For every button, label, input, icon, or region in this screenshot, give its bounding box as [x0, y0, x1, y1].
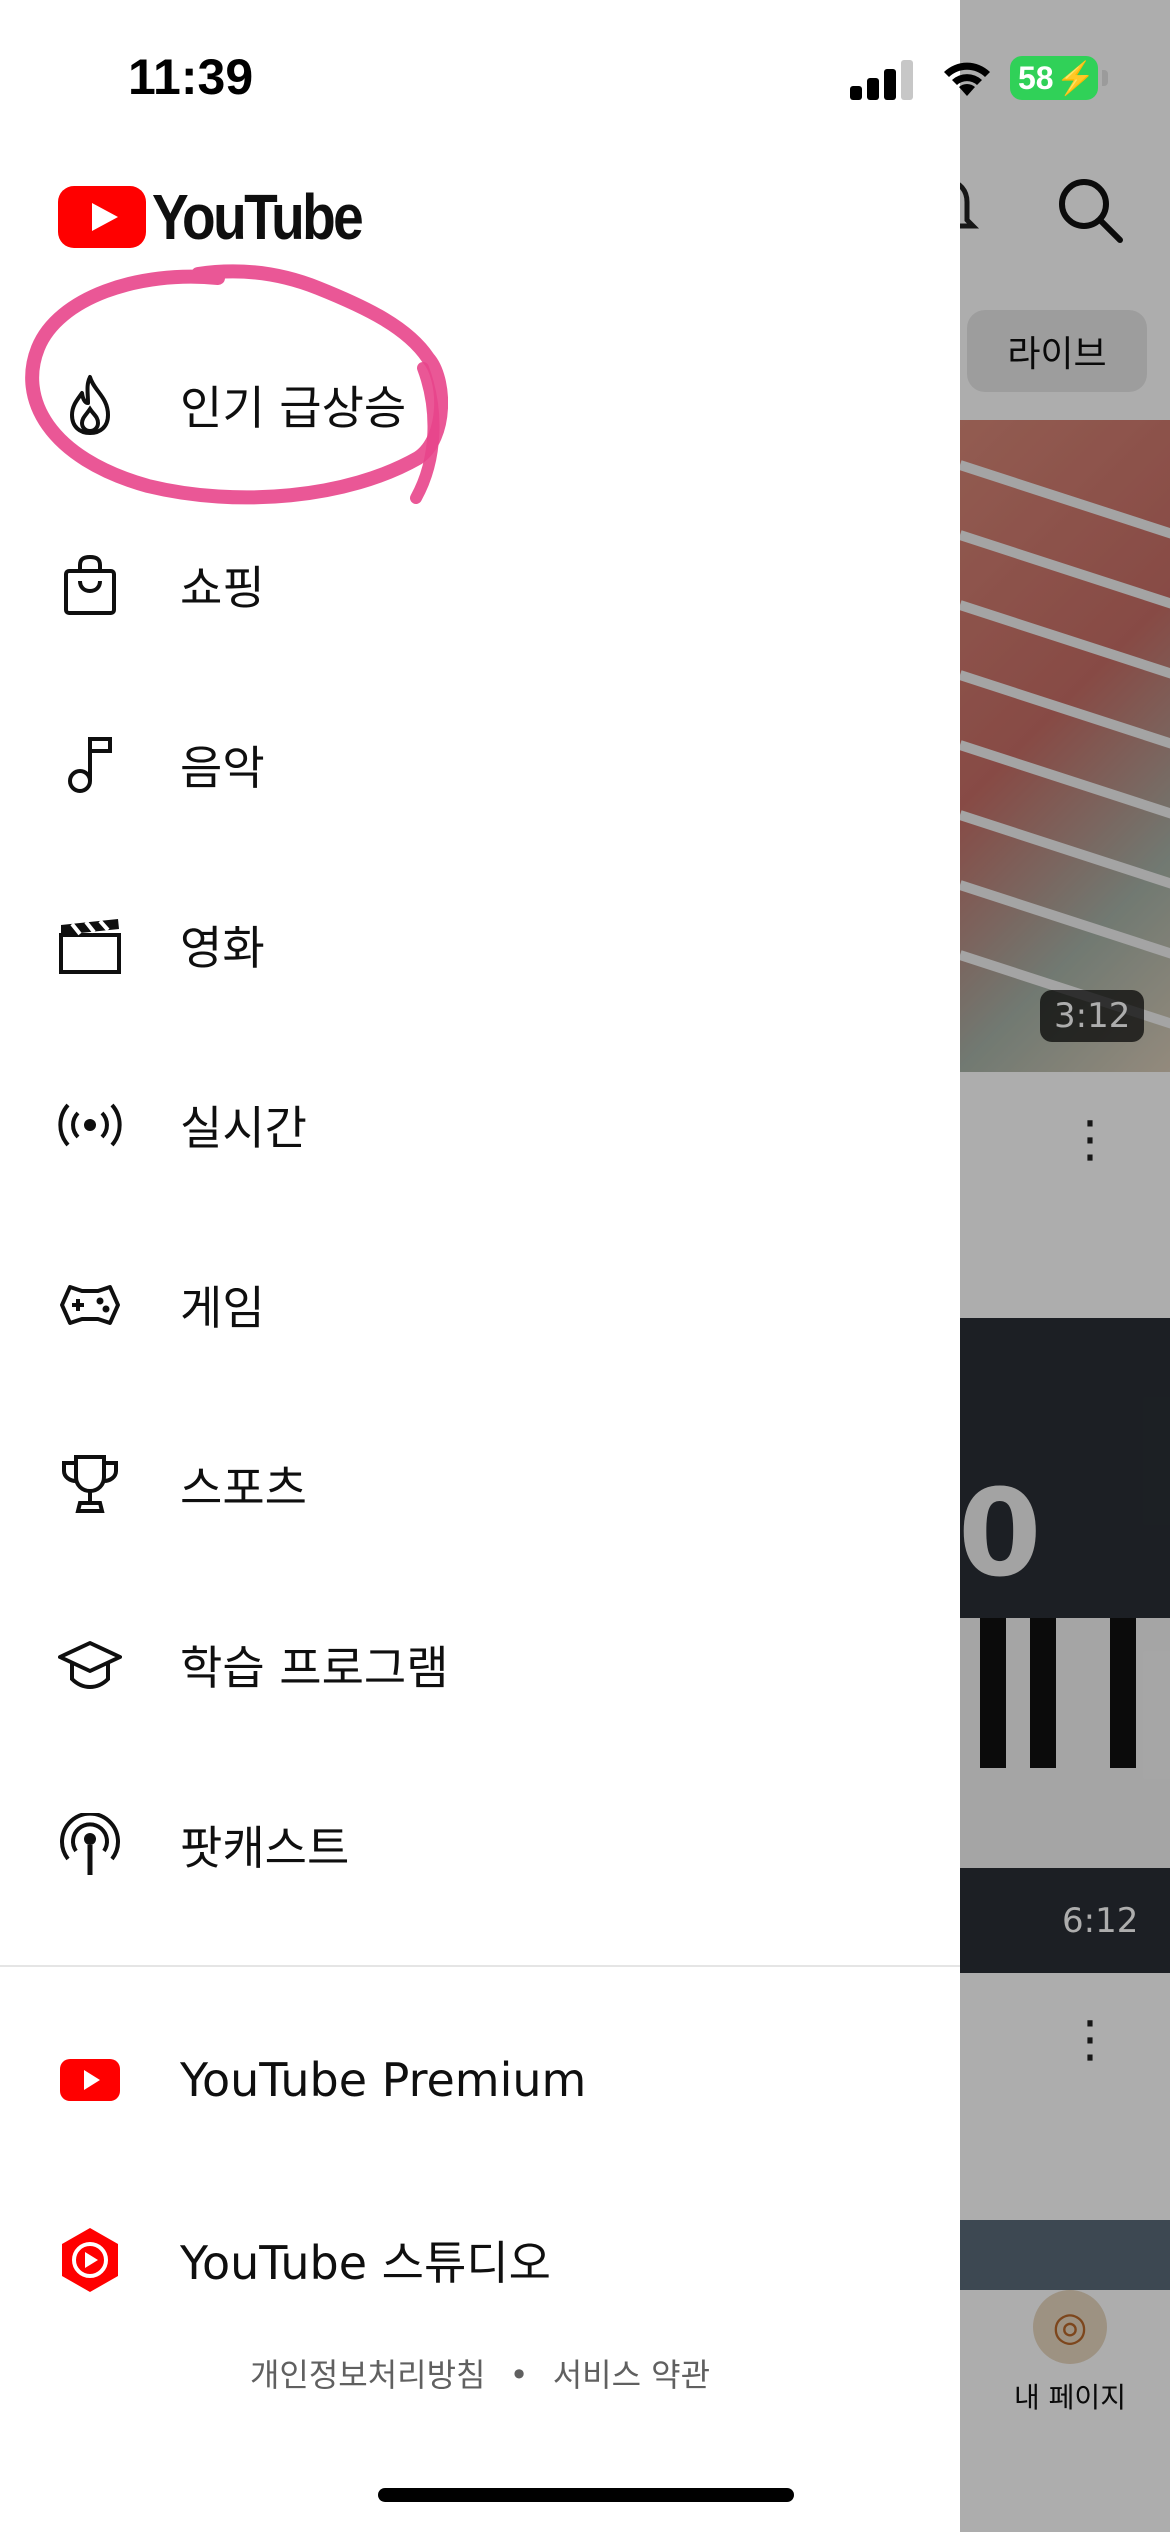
- youtube-studio-icon: [56, 2226, 124, 2294]
- menu-item-youtube-premium[interactable]: YouTube Premium: [0, 1990, 960, 2170]
- status-time: 11:39: [128, 49, 254, 105]
- menu-item-music[interactable]: 음악: [0, 675, 960, 855]
- graduation-cap-icon: [56, 1631, 124, 1699]
- wifi-icon: [944, 62, 990, 96]
- menu-item-movies[interactable]: 영화: [0, 855, 960, 1035]
- trophy-icon: [56, 1451, 124, 1519]
- menu-item-label: YouTube Premium: [180, 2053, 587, 2107]
- gamepad-icon: [56, 1271, 124, 1339]
- menu-item-shopping[interactable]: 쇼핑: [0, 495, 960, 675]
- menu-item-label: 학습 프로그램: [180, 1641, 449, 1695]
- logo-text: YouTube: [152, 181, 364, 253]
- menu-item-youtube-studio[interactable]: YouTube 스튜디오: [0, 2170, 960, 2350]
- menu-item-label: 음악: [180, 741, 265, 795]
- youtube-logo[interactable]: YouTube: [58, 180, 395, 254]
- menu-item-learning[interactable]: 학습 프로그램: [0, 1575, 960, 1755]
- annotation-circle: [25, 264, 448, 505]
- menu-item-gaming[interactable]: 게임: [0, 1215, 960, 1395]
- menu-item-label: 실시간: [180, 1101, 307, 1155]
- battery-cap: [1102, 70, 1108, 86]
- live-broadcast-icon: [56, 1091, 124, 1159]
- charging-bolt-icon: ⚡: [1055, 60, 1096, 96]
- menu-item-label: 영화: [180, 921, 265, 975]
- menu-item-label: 게임: [180, 1281, 265, 1335]
- status-icons: 58 ⚡: [850, 52, 1140, 104]
- section-divider: [0, 1965, 960, 1967]
- podcast-icon: [56, 1811, 124, 1879]
- home-indicator[interactable]: [378, 2488, 794, 2502]
- privacy-policy-link[interactable]: 개인정보처리방침: [250, 2356, 486, 2394]
- terms-of-service-link[interactable]: 서비스 약관: [553, 2356, 710, 2394]
- youtube-premium-icon: [56, 2046, 124, 2114]
- menu-item-podcasts[interactable]: 팟캐스트: [0, 1755, 960, 1935]
- battery-level: 58: [1018, 59, 1054, 96]
- music-note-icon: [56, 731, 124, 799]
- footer-links: 개인정보처리방침 • 서비스 약관: [0, 2350, 960, 2396]
- youtube-play-logo-icon: [58, 186, 146, 248]
- menu-item-label: YouTube 스튜디오: [180, 2236, 551, 2290]
- menu-item-label: 쇼핑: [180, 561, 265, 615]
- battery-indicator: 58 ⚡: [1010, 56, 1098, 100]
- shopping-bag-icon: [56, 551, 124, 619]
- menu-item-live[interactable]: 실시간: [0, 1035, 960, 1215]
- cellular-signal-icon: [850, 60, 913, 100]
- clapperboard-icon: [56, 911, 124, 979]
- menu-item-label: 팟캐스트: [180, 1821, 350, 1875]
- menu-item-sports[interactable]: 스포츠: [0, 1395, 960, 1575]
- menu-item-label: 스포츠: [180, 1461, 307, 1515]
- footer-separator: •: [509, 2356, 529, 2394]
